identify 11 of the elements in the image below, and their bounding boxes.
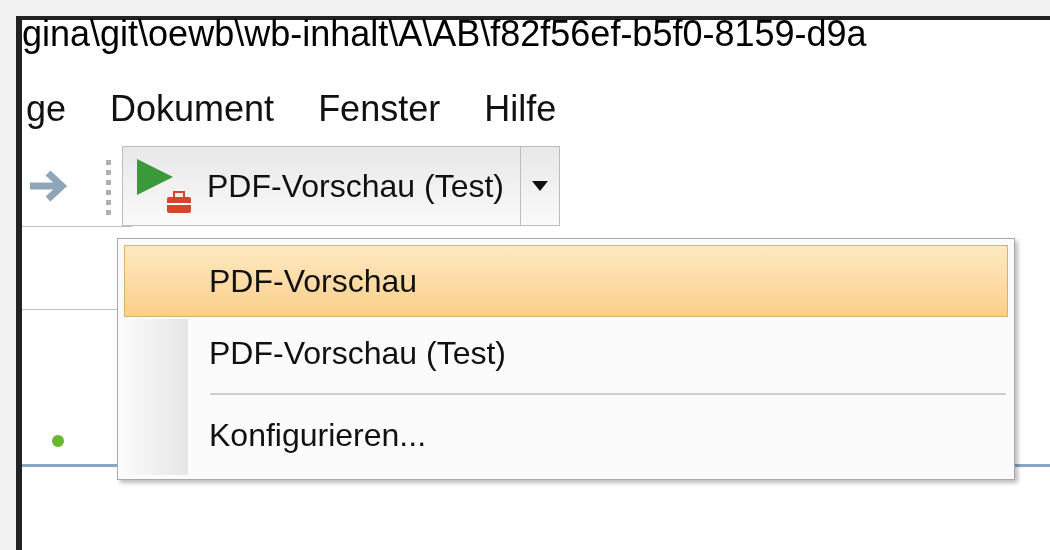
menu-item[interactable]: Hilfe [484,82,557,136]
caret-icon [531,181,548,191]
menu-item[interactable]: Dokument [110,82,275,136]
menu-item[interactable]: Fenster [318,82,441,136]
play-toolbox-icon [135,157,193,215]
window-title: gina\git\oewb\wb-inhalt\A\AB\f82f56ef-b5f0-8159-d9a [22,14,868,54]
forward-arrow-icon[interactable] [28,168,68,204]
menu-option[interactable]: PDF-Vorschau (Test) [124,317,1008,389]
menu-item[interactable]: ge [26,82,67,136]
menu-option[interactable]: Konfigurieren... [124,399,1008,471]
menu-option[interactable]: PDF-Vorschau [124,245,1008,317]
